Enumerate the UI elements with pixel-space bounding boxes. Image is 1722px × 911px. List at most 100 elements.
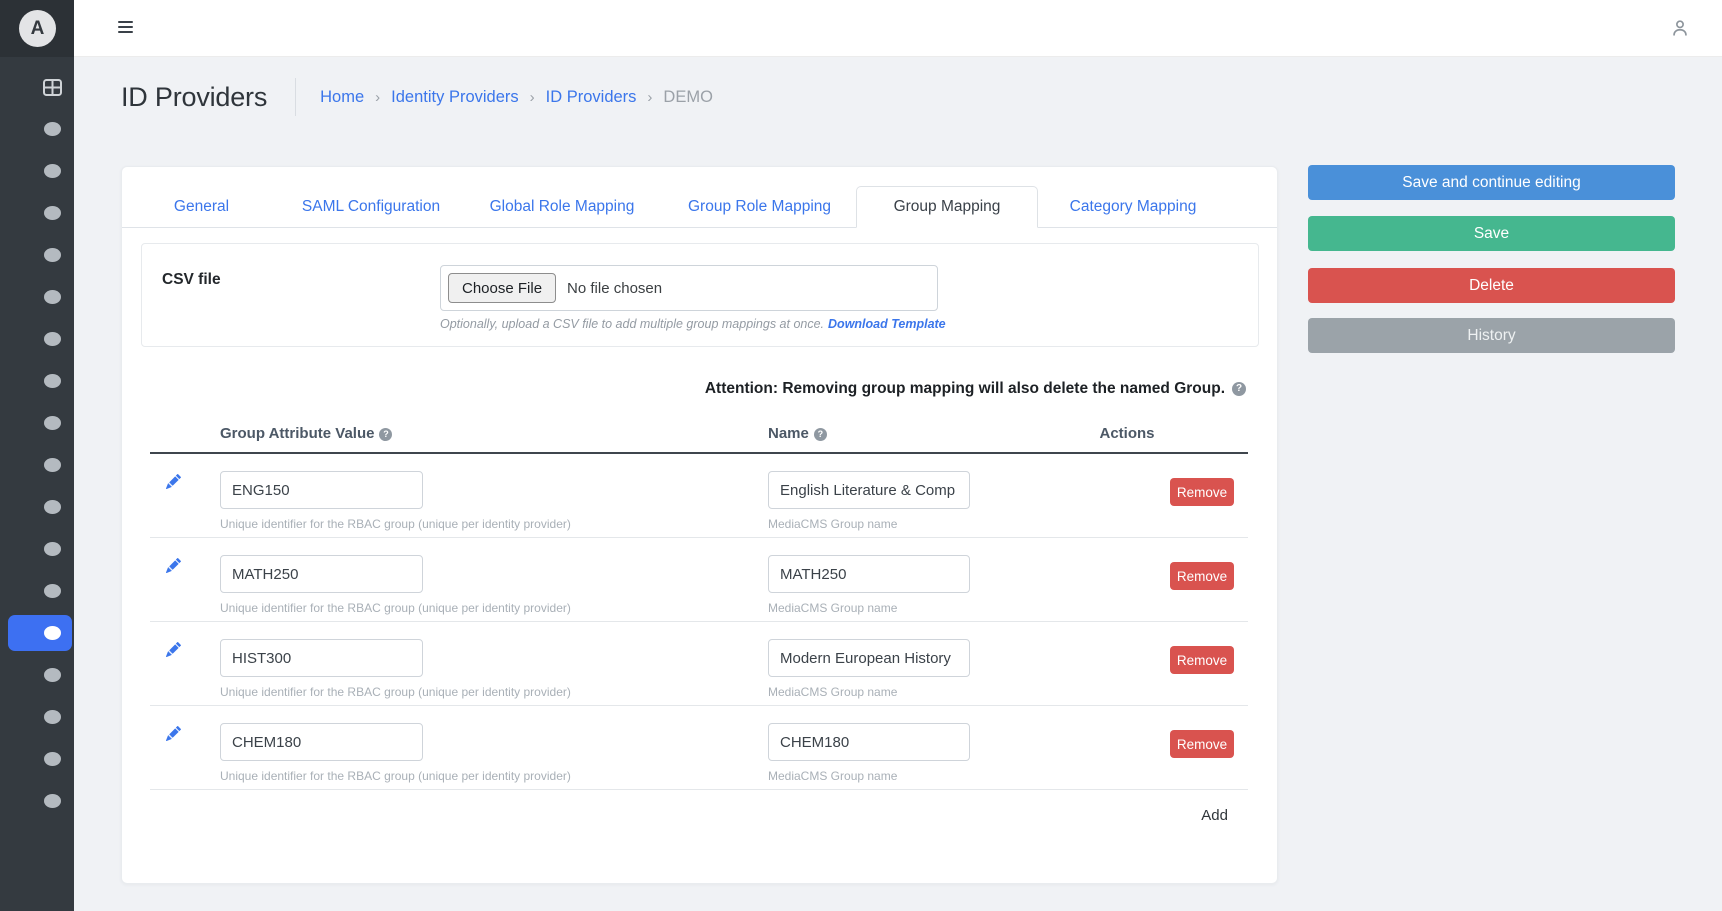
dot-icon	[44, 206, 61, 220]
dot-icon	[44, 290, 61, 304]
history-button[interactable]: History	[1308, 318, 1675, 353]
sidebar-item[interactable]	[0, 108, 74, 150]
attribute-helper-text: Unique identifier for the RBAC group (un…	[220, 769, 571, 783]
attribute-value-input[interactable]	[220, 723, 423, 761]
attention-note: Attention: Removing group mapping will a…	[705, 380, 1246, 398]
attribute-value-input[interactable]	[220, 555, 423, 593]
app-logo[interactable]: A	[19, 10, 56, 47]
remove-button[interactable]: Remove	[1170, 478, 1234, 506]
tab-global-role-mapping[interactable]: Global Role Mapping	[461, 187, 663, 227]
header-divider	[295, 78, 297, 116]
page-title: ID Providers	[121, 81, 268, 112]
detail-card: General SAML Configuration Global Role M…	[121, 166, 1278, 884]
group-name-input[interactable]	[768, 639, 970, 677]
pencil-icon	[166, 641, 182, 657]
remove-button[interactable]: Remove	[1170, 562, 1234, 590]
tab-group-mapping[interactable]: Group Mapping	[856, 186, 1038, 228]
edit-button[interactable]	[150, 555, 220, 621]
grid-icon	[43, 78, 62, 96]
sidebar-item[interactable]	[0, 528, 74, 570]
sidebar-item[interactable]	[0, 276, 74, 318]
add-mapping-link[interactable]: Add	[1201, 807, 1228, 824]
breadcrumb-current: DEMO	[663, 87, 713, 106]
table-row: Unique identifier for the RBAC group (un…	[150, 538, 1248, 622]
remove-button[interactable]: Remove	[1170, 730, 1234, 758]
no-file-chosen-text: No file chosen	[567, 279, 663, 297]
tab-saml-configuration[interactable]: SAML Configuration	[281, 187, 461, 227]
table-row: Unique identifier for the RBAC group (un…	[150, 622, 1248, 706]
dot-icon	[44, 416, 61, 430]
attribute-helper-text: Unique identifier for the RBAC group (un…	[220, 685, 571, 699]
dot-icon	[44, 668, 61, 682]
dot-icon	[44, 542, 61, 556]
tab-category-mapping[interactable]: Category Mapping	[1038, 187, 1228, 227]
help-icon[interactable]: ?	[813, 428, 827, 441]
user-icon	[1673, 20, 1687, 36]
sidebar-item[interactable]	[0, 360, 74, 402]
delete-button[interactable]: Delete	[1308, 268, 1675, 303]
sidebar-item-dashboard[interactable]	[0, 66, 74, 108]
attribute-value-input[interactable]	[220, 471, 423, 509]
user-menu-button[interactable]	[1668, 16, 1692, 40]
edit-button[interactable]	[150, 639, 220, 705]
sidebar-item[interactable]	[0, 486, 74, 528]
actions-panel: Save and continue editing Save Delete Hi…	[1308, 165, 1675, 353]
dot-icon	[44, 500, 61, 514]
group-name-input[interactable]	[768, 555, 970, 593]
sidebar-item[interactable]	[0, 738, 74, 780]
dot-icon	[44, 164, 61, 178]
help-icon[interactable]: ?	[1232, 382, 1246, 396]
sidebar-item[interactable]	[0, 402, 74, 444]
sidebar-item[interactable]	[0, 150, 74, 192]
csv-upload-fieldset: CSV file Choose File No file chosen Opti…	[141, 243, 1259, 347]
topbar	[74, 0, 1722, 57]
group-mapping-table: Group Attribute Value? Name? Actions Uni…	[150, 417, 1248, 825]
pencil-icon	[166, 473, 182, 489]
breadcrumb-separator: ›	[647, 88, 653, 106]
sidebar-item[interactable]	[0, 444, 74, 486]
save-button[interactable]: Save	[1308, 216, 1675, 251]
menu-toggle-button[interactable]	[118, 21, 134, 33]
page-header: ID Providers Home › Identity Providers ›…	[121, 74, 713, 120]
dot-icon	[44, 248, 61, 262]
tab-general[interactable]: General	[122, 187, 281, 227]
help-icon[interactable]: ?	[379, 428, 393, 441]
download-template-link[interactable]: Download Template	[828, 317, 946, 331]
dot-icon	[44, 584, 61, 598]
logo-letter: A	[30, 17, 45, 39]
csv-file-input[interactable]: Choose File No file chosen	[440, 265, 938, 311]
breadcrumb-identity-providers[interactable]: Identity Providers	[391, 88, 518, 107]
dot-icon	[44, 122, 61, 136]
attribute-helper-text: Unique identifier for the RBAC group (un…	[220, 601, 571, 615]
dot-icon	[44, 794, 61, 808]
breadcrumb-home[interactable]: Home	[320, 88, 364, 107]
sidebar-item[interactable]	[0, 192, 74, 234]
sidebar-item[interactable]	[0, 696, 74, 738]
dot-icon	[44, 626, 61, 640]
attribute-value-input[interactable]	[220, 639, 423, 677]
tab-group-role-mapping[interactable]: Group Role Mapping	[663, 187, 856, 227]
column-header-actions: Actions	[1099, 425, 1155, 442]
breadcrumb-separator: ›	[375, 88, 381, 106]
edit-button[interactable]	[150, 471, 220, 537]
breadcrumb-id-providers[interactable]: ID Providers	[546, 88, 637, 107]
sidebar-item-active[interactable]	[0, 612, 74, 654]
pencil-icon	[166, 725, 182, 741]
sidebar-item[interactable]	[0, 780, 74, 822]
name-helper-text: MediaCMS Group name	[768, 601, 898, 615]
remove-button[interactable]: Remove	[1170, 646, 1234, 674]
csv-file-label: CSV file	[162, 271, 221, 288]
sidebar-item[interactable]	[0, 570, 74, 612]
group-name-input[interactable]	[768, 471, 970, 509]
sidebar-item[interactable]	[0, 654, 74, 696]
save-and-continue-button[interactable]: Save and continue editing	[1308, 165, 1675, 200]
sidebar-item[interactable]	[0, 318, 74, 360]
table-header-row: Group Attribute Value? Name? Actions	[150, 417, 1248, 454]
sidebar: A	[0, 0, 74, 911]
dot-icon	[44, 332, 61, 346]
sidebar-item[interactable]	[0, 234, 74, 276]
edit-button[interactable]	[150, 723, 220, 789]
choose-file-button[interactable]: Choose File	[448, 273, 557, 303]
group-name-input[interactable]	[768, 723, 970, 761]
name-helper-text: MediaCMS Group name	[768, 517, 898, 531]
